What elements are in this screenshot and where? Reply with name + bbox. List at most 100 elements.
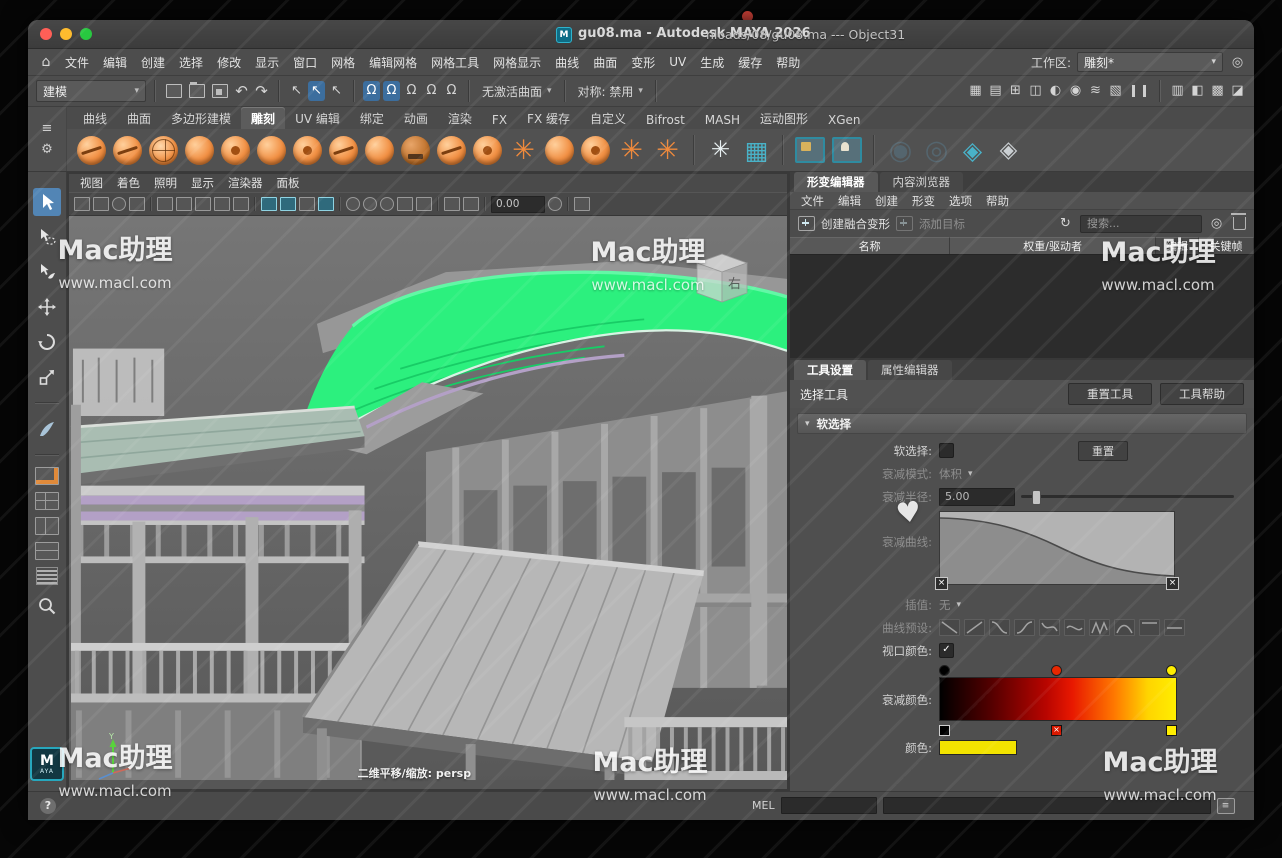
menubar-item[interactable]: 曲面 xyxy=(586,54,624,71)
attribute-editor-icon[interactable]: ◧ xyxy=(1189,81,1206,101)
menubar-item[interactable]: 选择 xyxy=(172,54,210,71)
soft-mod-brush-tool[interactable] xyxy=(33,415,61,443)
gate-mask-icon[interactable] xyxy=(176,197,192,211)
trash-icon[interactable] xyxy=(1233,217,1246,230)
tool-help-button[interactable]: 工具帮助 xyxy=(1160,383,1244,405)
zoom-button[interactable] xyxy=(80,28,92,40)
field-chart-icon[interactable] xyxy=(195,197,211,211)
ao-icon[interactable] xyxy=(363,197,377,211)
menubar-item[interactable]: 曲线 xyxy=(548,54,586,71)
exposure-field[interactable] xyxy=(491,196,545,213)
scale-tool[interactable] xyxy=(33,363,61,391)
curve-preset-button[interactable] xyxy=(1114,619,1135,636)
image-plane-icon[interactable] xyxy=(795,137,825,163)
grease-pencil-icon[interactable] xyxy=(112,197,126,211)
sculpt-relax-tool-icon[interactable] xyxy=(257,136,286,165)
panel-menu-item[interactable]: 显示 xyxy=(184,175,221,191)
sculpt-knife2-tool-icon[interactable] xyxy=(581,136,610,165)
shelf-tab[interactable]: 自定义 xyxy=(580,107,636,129)
curve-preset-button[interactable] xyxy=(939,619,960,636)
curve-key-marker[interactable]: × xyxy=(935,577,948,590)
layout-single-pane-button[interactable] xyxy=(35,467,59,485)
interpolation-value[interactable]: 无 xyxy=(939,597,951,613)
add-target-icon[interactable] xyxy=(896,216,913,231)
create-blendshape-icon[interactable] xyxy=(798,216,815,231)
panel-menu-item[interactable]: 着色 xyxy=(110,175,147,191)
outliner-panel-icon[interactable]: ◪ xyxy=(1229,81,1246,101)
select-cursor-icon[interactable]: ↖ xyxy=(328,81,345,101)
falloff-mode-value[interactable]: 体积 xyxy=(939,466,962,482)
curve-preset-button[interactable] xyxy=(989,619,1010,636)
sculpt-fill-tool-icon[interactable] xyxy=(545,136,574,165)
sculpt-pinch-tool-icon[interactable] xyxy=(329,136,358,165)
sculpt-wireframe-tool-icon[interactable] xyxy=(149,136,178,165)
sculpt-slice-tool-icon[interactable] xyxy=(113,136,142,165)
workspace-selector[interactable]: 雕刻* ▾ xyxy=(1077,52,1223,72)
exposure-icon[interactable] xyxy=(444,197,460,211)
add-target-button[interactable]: 添加目标 xyxy=(919,216,965,232)
layout-split-pane-button[interactable] xyxy=(35,542,59,560)
xgen-icon[interactable]: ▧ xyxy=(1107,81,1124,101)
mel-result-field[interactable] xyxy=(883,797,1211,814)
move-tool[interactable] xyxy=(33,293,61,321)
viewport-settings-icon[interactable] xyxy=(574,197,590,211)
sculpt-bulge-tool-icon[interactable]: ✳ xyxy=(653,136,682,165)
stencil-grid-icon[interactable]: ▦ xyxy=(742,136,771,165)
ramp-gradient-bar[interactable] xyxy=(939,677,1177,721)
curve-preset-button[interactable] xyxy=(1164,619,1185,636)
ramp-marker-black[interactable] xyxy=(939,725,950,736)
open-scene-icon[interactable] xyxy=(189,84,205,98)
viewport-color-checkbox[interactable]: ✓ xyxy=(939,643,954,658)
shelf-tab[interactable]: MASH xyxy=(695,110,750,129)
tab-tool-settings[interactable]: 工具设置 xyxy=(794,360,866,380)
mask-tool-icon[interactable]: ◈ xyxy=(994,136,1023,165)
se-menu-item[interactable]: 帮助 xyxy=(979,193,1016,209)
color-swatch[interactable] xyxy=(939,740,1017,755)
bookmark-icon[interactable] xyxy=(93,197,109,211)
snap-grid-icon[interactable]: Ω xyxy=(363,81,380,101)
new-scene-icon[interactable] xyxy=(166,84,182,98)
textured-mode-icon[interactable] xyxy=(299,197,315,211)
sculpt-grab-tool-icon[interactable] xyxy=(293,136,322,165)
chevron-down-icon[interactable]: ▾ xyxy=(957,600,962,610)
shelf-tab[interactable]: 多边形建模 xyxy=(161,107,241,129)
curve-preset-button[interactable] xyxy=(964,619,985,636)
ramp-key-red[interactable] xyxy=(1051,665,1062,676)
menubar-item[interactable]: 创建 xyxy=(134,54,172,71)
se-menu-item[interactable]: 形变 xyxy=(905,193,942,209)
ipr-render-icon[interactable]: ⊞ xyxy=(1007,81,1024,101)
shelf-tab[interactable]: FX 缓存 xyxy=(517,107,580,129)
film-gate-icon[interactable] xyxy=(129,197,145,211)
panel-menu-item[interactable]: 照明 xyxy=(147,175,184,191)
shelf-gear-icon[interactable]: ⚙ xyxy=(41,143,53,156)
camera-lock-icon[interactable] xyxy=(74,197,90,211)
safe-title-icon[interactable] xyxy=(233,197,249,211)
resolution-gate-icon[interactable] xyxy=(157,197,173,211)
lighting-mode-icon[interactable] xyxy=(318,197,334,211)
curve-preset-button[interactable] xyxy=(1039,619,1060,636)
titlebar[interactable]: M gu08.ma - Autodesk MAYA 2026 nloads/08… xyxy=(28,20,1254,49)
column-header-weight[interactable]: 权重/驱动者 xyxy=(950,237,1156,254)
lasso-tool[interactable] xyxy=(33,223,61,251)
curve-preset-button[interactable] xyxy=(1064,619,1085,636)
panel-menu-item[interactable]: 视图 xyxy=(73,175,110,191)
select-cursor-icon[interactable]: ↖ xyxy=(288,81,305,101)
snap-view-icon[interactable]: Ω xyxy=(443,81,460,101)
slider-handle[interactable] xyxy=(1032,490,1041,505)
filter-icon[interactable]: ◎ xyxy=(1208,214,1225,234)
menubar-item[interactable]: 网格工具 xyxy=(424,54,486,71)
layout-four-pane-button[interactable] xyxy=(35,492,59,510)
shelf-tab[interactable]: 运动图形 xyxy=(750,107,818,129)
viewport-canvas[interactable]: 右 Y 二维平移/缩放: persp xyxy=(69,216,787,789)
sculpt-flatten-tool-icon[interactable] xyxy=(365,136,394,165)
shelf-tab[interactable]: 曲线 xyxy=(73,107,117,129)
shelf-tab[interactable]: XGen xyxy=(818,110,871,129)
shelf-tab[interactable]: 动画 xyxy=(394,107,438,129)
channel-box-icon[interactable]: ▥ xyxy=(1169,81,1186,101)
sculpt-tool-icon[interactable] xyxy=(185,136,214,165)
symmetry-selector[interactable]: 对称: 禁用 ▾ xyxy=(574,83,647,100)
mode-selector[interactable]: 建模 ▾ xyxy=(36,80,146,102)
ramp-key-black[interactable] xyxy=(939,665,950,676)
display-layer-icon[interactable]: ◐ xyxy=(1047,81,1064,101)
ramp-marker-red[interactable]: × xyxy=(1051,725,1062,736)
